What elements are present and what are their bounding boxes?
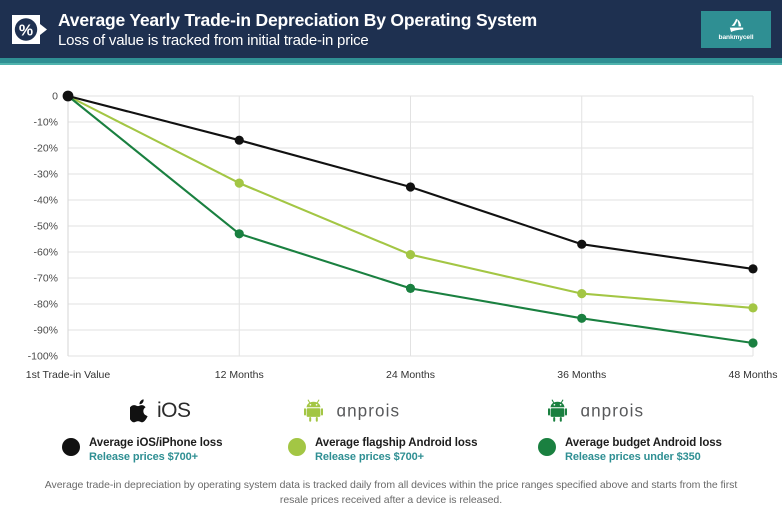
legend-title: Average iOS/iPhone loss [89, 437, 223, 449]
line-chart: 0 -10% -20% -30% -40% -50% -60% -70% -80% -90% -10… [26, 90, 778, 380]
chart-area: 0 -10% -20% -30% -40% -50% -60% -70% -80% -90% -10… [0, 70, 782, 380]
legend-item-flagship-android[interactable]: Average flagship Android loss Release pr… [288, 436, 477, 464]
legend-swatch [288, 438, 306, 456]
apple-icon [130, 399, 148, 423]
infographic-root: % Average Yearly Trade-in Depreciation B… [0, 0, 782, 515]
x-axis-tick-label: 12 Months [215, 369, 264, 380]
series-data-point [234, 229, 244, 239]
series-data-point [577, 313, 587, 323]
page-subtitle: Loss of value is tracked from initial tr… [58, 32, 369, 49]
y-axis-tick-label: -70% [33, 273, 58, 285]
series-data-point [577, 289, 587, 299]
series-data-point [405, 250, 416, 260]
legend-swatch [538, 438, 556, 456]
svg-text:%: % [19, 22, 33, 39]
series-data-point [405, 182, 416, 192]
y-axis-tick-label: -20% [33, 143, 58, 155]
legend-item-ios[interactable]: Average iOS/iPhone loss Release prices $… [62, 436, 223, 464]
page-title: Average Yearly Trade-in Depreciation By … [58, 10, 537, 30]
os-logo-row: iOS ɑnprois ɑnprois [0, 396, 782, 430]
header-accent-bar-light [0, 63, 782, 65]
chart-legend: Average iOS/iPhone loss Release prices $… [0, 436, 782, 470]
footer-note: Average trade-in depreciation by operati… [44, 479, 738, 506]
legend-subtitle: Release prices $700+ [315, 451, 425, 463]
legend-swatch [62, 438, 80, 456]
logo-mark-icon [729, 18, 743, 33]
svg-text:ɑnprois: ɑnprois [337, 402, 401, 420]
y-axis-tick-label: -100% [28, 351, 58, 363]
x-axis-tick-label: 24 Months [386, 369, 435, 380]
svg-text:ɑnprois: ɑnprois [581, 402, 645, 420]
series-data-point [748, 303, 758, 313]
y-axis-tick-label: -30% [33, 169, 58, 181]
logo-label: bankmycell [718, 34, 754, 41]
x-axis-tick-label: 1st Trade-in Value [26, 369, 111, 380]
y-axis-tick-label: -10% [33, 117, 58, 129]
android-wordmark: ɑnprois [337, 402, 401, 420]
y-axis-tick-label: -50% [33, 221, 58, 233]
legend-subtitle: Release prices $700+ [89, 451, 199, 463]
android-icon [548, 399, 567, 422]
series-data-point [577, 239, 587, 249]
android-icon [304, 399, 323, 422]
y-axis-tick-label: -40% [33, 195, 58, 207]
os-item-ios: iOS [130, 399, 191, 423]
x-axis-tick-label: 48 Months [728, 369, 777, 380]
series-data-point [405, 283, 416, 293]
header-bar: % Average Yearly Trade-in Depreciation B… [0, 0, 782, 58]
series-data-point [748, 338, 758, 348]
legend-title: Average flagship Android loss [315, 437, 478, 449]
y-axis-tick-label: -60% [33, 247, 58, 259]
x-axis-tick-label: 36 Months [557, 369, 606, 380]
legend-subtitle: Release prices under $350 [565, 451, 701, 463]
os-item-android-budget: ɑnprois [548, 399, 704, 422]
y-axis-tick-label: -90% [33, 325, 58, 337]
series-data-point [234, 135, 244, 145]
header-text-block: Average Yearly Trade-in Depreciation By … [58, 10, 537, 50]
series-data-point [234, 178, 244, 188]
legend-title: Average budget Android loss [565, 437, 722, 449]
y-axis-tick-label: 0 [52, 91, 58, 103]
android-wordmark: ɑnprois [581, 402, 645, 420]
os-label-ios: iOS [157, 399, 191, 422]
series-data-point [62, 90, 74, 102]
bankmycell-logo[interactable]: bankmycell [701, 11, 771, 48]
legend-item-budget-android[interactable]: Average budget Android loss Release pric… [538, 436, 722, 464]
y-axis-tick-label: -80% [33, 299, 58, 311]
os-item-android-flagship: ɑnprois [304, 399, 460, 422]
series-data-point [748, 264, 758, 274]
percent-badge-icon: % [11, 13, 49, 46]
